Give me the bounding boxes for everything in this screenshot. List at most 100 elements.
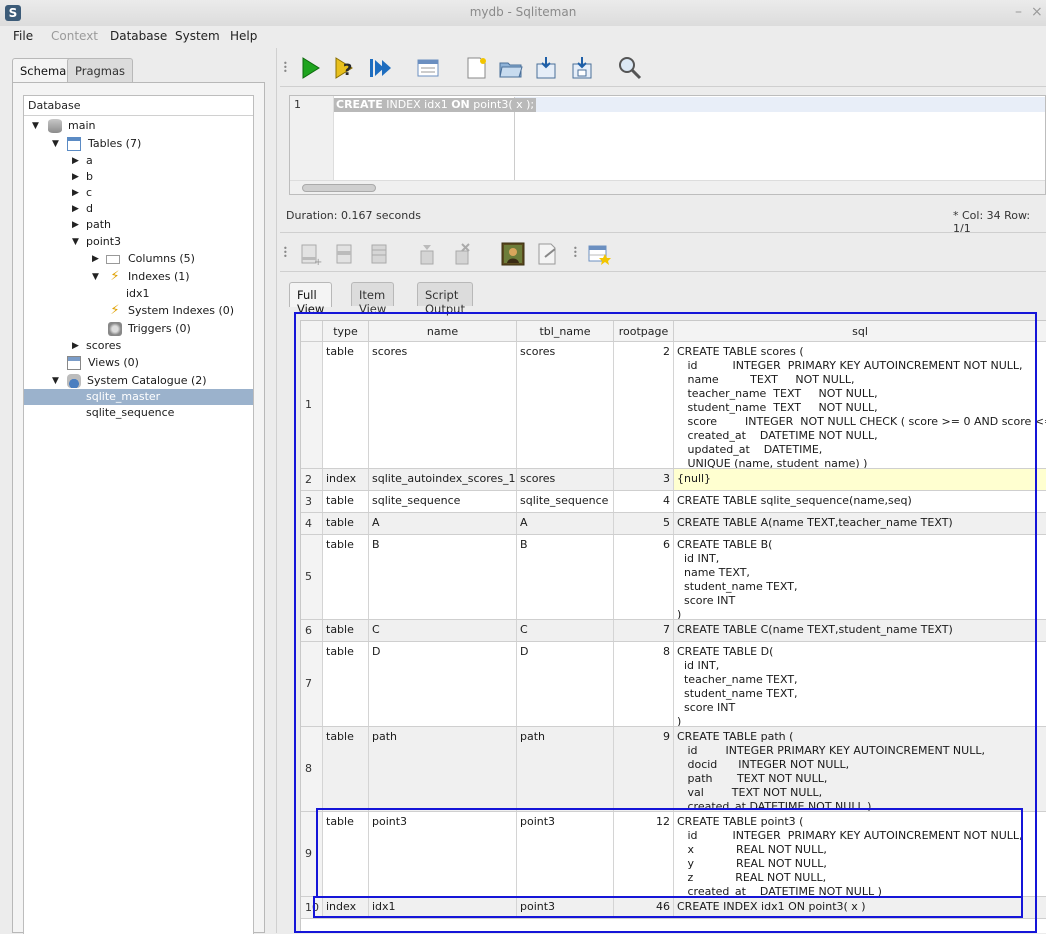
table-row[interactable]: 8 table path path 9 CREATE TABLE path ( … [301,727,1046,812]
cell-name[interactable]: scores [369,342,517,468]
cell-tbl-name[interactable]: scores [517,342,614,468]
cell-rootpage[interactable]: 4 [614,491,674,512]
cell-sql[interactable]: CREATE TABLE sqlite_sequence(name,seq) [674,491,1046,512]
row-number[interactable]: 10 [301,897,323,918]
cell-sql[interactable]: CREATE INDEX idx1 ON point3( x ) [674,897,1046,918]
open-file-button[interactable] [498,55,524,81]
cell-tbl-name[interactable]: point3 [517,897,614,918]
cell-sql[interactable]: CREATE TABLE scores ( id INTEGER PRIMARY… [674,342,1046,468]
cell-name[interactable]: path [369,727,517,811]
cell-type[interactable]: table [323,491,369,512]
insert-row-button[interactable]: + [297,241,323,268]
menu-file[interactable]: File [13,29,33,43]
tree-node-system-catalogue[interactable]: ▼ System Catalogue (2) [24,373,253,389]
tree-node-views[interactable]: Views (0) [24,355,253,371]
tab-schema[interactable]: Schema [12,58,75,83]
tree-node-table-a[interactable]: ▶ a [24,153,253,169]
collapse-arrow-icon[interactable]: ▶ [72,338,79,354]
cell-tbl-name[interactable]: D [517,642,614,726]
column-header-sql[interactable]: sql [674,321,1046,342]
cell-sql[interactable]: CREATE TABLE D( id INT, teacher_name TEX… [674,642,1046,726]
cell-tbl-name[interactable]: C [517,620,614,641]
corner-header[interactable] [301,321,323,342]
table-row[interactable]: 6 table C C 7 CREATE TABLE C(name TEXT,s… [301,620,1046,642]
cell-tbl-name[interactable]: sqlite_sequence [517,491,614,512]
cell-rootpage[interactable]: 46 [614,897,674,918]
cell-name[interactable]: idx1 [369,897,517,918]
tab-full-view[interactable]: Full View [289,282,333,316]
find-button[interactable] [617,55,643,81]
cell-rootpage[interactable]: 8 [614,642,674,726]
table-row[interactable]: 1 table scores scores 2 CREATE TABLE sco… [301,342,1046,469]
save-file-button[interactable] [533,55,559,81]
column-header-type[interactable]: type [323,321,369,342]
cell-rootpage[interactable]: 5 [614,513,674,534]
cell-rootpage[interactable]: 9 [614,727,674,811]
collapse-arrow-icon[interactable]: ▶ [72,185,79,201]
tree-node-columns[interactable]: ▶ Columns (5) [24,251,253,267]
tab-pragmas[interactable]: Pragmas [67,58,134,82]
tab-item-view[interactable]: Item View [351,282,395,316]
toolbar-grip-icon[interactable]: • • • [283,60,288,76]
close-button[interactable]: × [1031,4,1043,20]
cell-tbl-name[interactable]: A [517,513,614,534]
tree-node-main[interactable]: ▼ main [24,118,253,134]
tree-node-table-scores[interactable]: ▶ scores [24,338,253,354]
cell-type[interactable]: table [323,642,369,726]
tree-node-sqlite-master[interactable]: sqlite_master [24,389,253,405]
table-row[interactable]: 5 table B B 6 CREATE TABLE B( id INT, na… [301,535,1046,620]
cell-tbl-name[interactable]: path [517,727,614,811]
expand-arrow-icon[interactable]: ▼ [32,118,39,134]
row-number[interactable]: 4 [301,513,323,534]
row-number[interactable]: 3 [301,491,323,512]
column-header-rootpage[interactable]: rootpage [614,321,674,342]
cell-type[interactable]: index [323,897,369,918]
menu-help[interactable]: Help [230,29,257,43]
table-row[interactable]: 9 table point3 point3 12 CREATE TABLE po… [301,812,1046,897]
cell-rootpage[interactable]: 6 [614,535,674,619]
new-file-button[interactable] [463,55,489,81]
toolbar-grip-icon[interactable]: • • • [283,245,288,261]
column-header-name[interactable]: name [369,321,517,342]
cell-name[interactable]: B [369,535,517,619]
tree-node-triggers[interactable]: Triggers (0) [24,321,253,337]
cell-type[interactable]: table [323,513,369,534]
menu-database[interactable]: Database [110,29,167,43]
collapse-arrow-icon[interactable]: ▶ [72,153,79,169]
schema-tree[interactable]: Database ▼ main ▼ Tables (7) ▶ a ▶ b ▶ c… [23,95,254,934]
minimize-button[interactable]: – [1015,4,1022,20]
cell-type[interactable]: table [323,342,369,468]
table-row[interactable]: 7 table D D 8 CREATE TABLE D( id INT, te… [301,642,1046,727]
cell-name[interactable]: A [369,513,517,534]
cell-name[interactable]: point3 [369,812,517,896]
cell-type[interactable]: table [323,620,369,641]
cell-name[interactable]: sqlite_autoindex_scores_1 [369,469,517,490]
table-row[interactable]: 10 index idx1 point3 46 CREATE INDEX idx… [301,897,1046,919]
run-script-button[interactable] [367,55,393,81]
result-grid[interactable]: type name tbl_name rootpage sql 1 table … [300,320,1046,933]
cell-type[interactable]: table [323,535,369,619]
sql-editor[interactable]: 1 CREATE INDEX idx1 ON point3( x ); [289,95,1046,195]
cell-type[interactable]: index [323,469,369,490]
row-number[interactable]: 1 [301,342,323,468]
table-row[interactable]: 4 table A A 5 CREATE TABLE A(name TEXT,t… [301,513,1046,535]
cell-tbl-name[interactable]: B [517,535,614,619]
cell-sql-null[interactable]: {null} [674,469,1046,490]
row-number[interactable]: 5 [301,535,323,619]
explain-query-button[interactable]: ? [332,55,358,81]
cell-type[interactable]: table [323,812,369,896]
tree-node-indexes[interactable]: ▼ ⚡ Indexes (1) [24,269,253,285]
table-row[interactable]: 2 index sqlite_autoindex_scores_1 scores… [301,469,1046,491]
export-data-button[interactable] [535,241,561,267]
blob-preview-button[interactable] [500,241,526,267]
menu-system[interactable]: System [175,29,220,43]
tree-node-table-path[interactable]: ▶ path [24,217,253,233]
tree-node-table-b[interactable]: ▶ b [24,169,253,185]
collapse-arrow-icon[interactable]: ▶ [92,251,99,267]
tree-node-tables[interactable]: ▼ Tables (7) [24,136,253,152]
expand-arrow-icon[interactable]: ▼ [52,136,59,152]
row-number[interactable]: 8 [301,727,323,811]
row-number[interactable]: 7 [301,642,323,726]
row-number[interactable]: 9 [301,812,323,896]
cell-sql[interactable]: CREATE TABLE C(name TEXT,student_name TE… [674,620,1046,641]
